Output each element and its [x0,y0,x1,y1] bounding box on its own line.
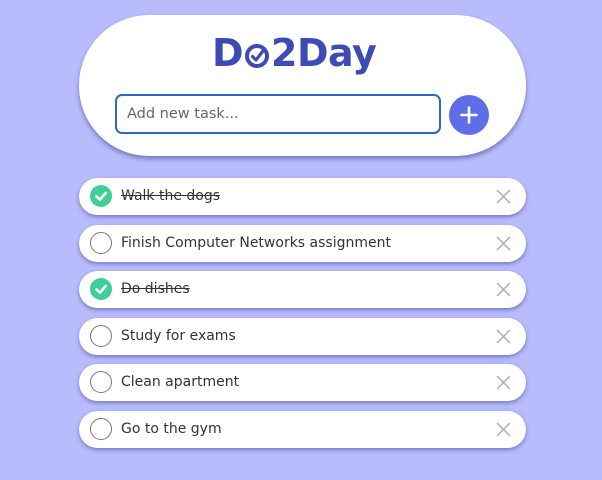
task-checkbox[interactable] [90,371,112,393]
task-label: Go to the gym [121,420,222,437]
task-label: Walk the dogs [121,188,221,204]
new-task-input[interactable] [115,94,441,134]
close-icon [496,236,511,250]
logo-text-end: 2Day [271,31,377,75]
task-item[interactable]: Study for exams [79,317,526,355]
task-list: Walk the dogs Finish Computer Networks as… [79,178,526,457]
close-icon [496,282,511,297]
task-item[interactable]: Walk the dogs [79,178,526,215]
delete-task-button[interactable] [496,236,511,251]
app-logo: D 2Day [212,30,377,76]
logo-check-o-icon [244,43,270,69]
close-icon [496,329,511,343]
delete-task-button[interactable] [496,189,511,204]
delete-task-button[interactable] [496,282,511,297]
close-icon [496,375,511,390]
close-icon [496,422,511,436]
check-icon [95,191,108,201]
delete-task-button[interactable] [496,422,511,437]
check-icon [95,284,108,294]
plus-icon [460,106,478,124]
task-label: Do dishes [121,281,190,297]
task-item[interactable]: Go to the gym [79,410,526,448]
task-item[interactable]: Finish Computer Networks assignment [79,224,526,262]
logo-text-start: D [212,31,244,75]
delete-task-button[interactable] [496,329,511,344]
header-card: D 2Day [79,15,526,156]
task-checkbox[interactable] [90,417,112,440]
task-checked-checkbox[interactable] [90,185,112,207]
task-item[interactable]: Clean apartment [79,364,526,401]
task-item[interactable]: Do dishes [79,271,526,308]
add-task-button[interactable] [449,95,489,135]
task-label: Finish Computer Networks assignment [121,234,391,251]
task-checked-checkbox[interactable] [90,278,112,300]
task-label: Clean apartment [121,374,240,390]
close-icon [496,189,511,204]
task-checkbox[interactable] [90,231,112,254]
task-checkbox[interactable] [90,324,112,347]
delete-task-button[interactable] [496,375,511,390]
task-label: Study for exams [121,327,236,344]
